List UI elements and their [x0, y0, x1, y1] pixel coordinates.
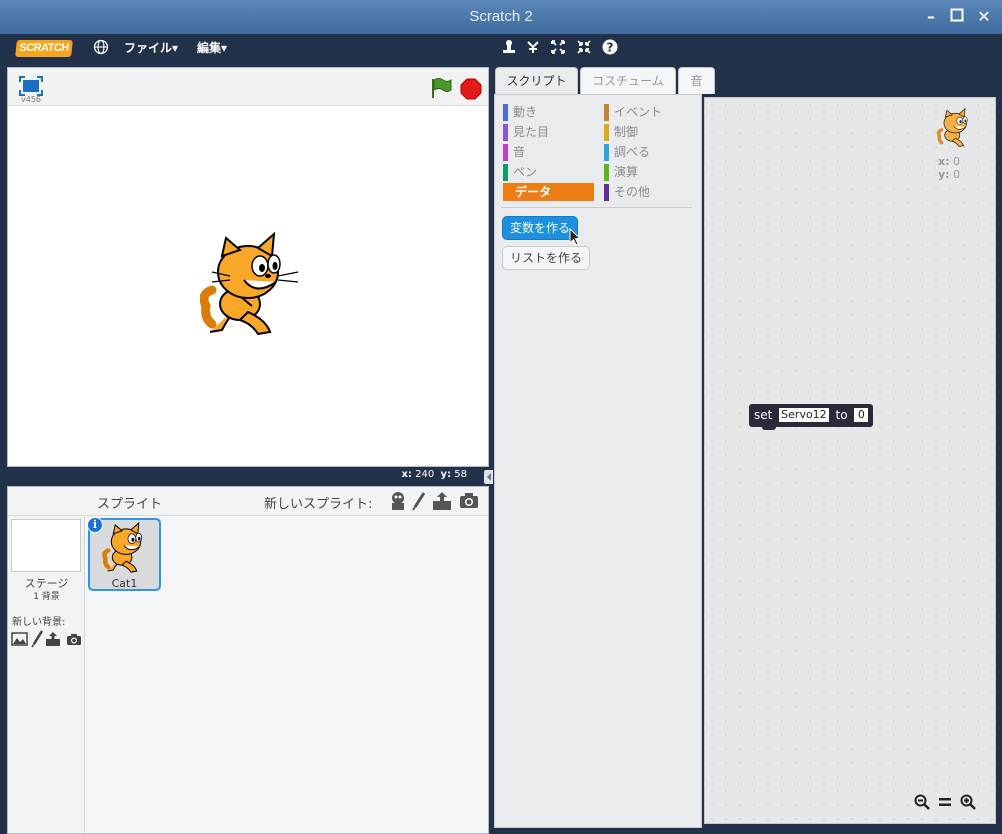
- window-titlebar: Scratch 2: [0, 0, 1002, 34]
- upload-backdrop-icon[interactable]: [45, 631, 61, 650]
- category-label: 演算: [614, 165, 639, 179]
- category-pen[interactable]: ペン: [503, 163, 593, 181]
- category-swatch: [503, 164, 508, 181]
- category-label: 動き: [513, 105, 538, 119]
- category-swatch: [604, 124, 609, 141]
- shrink-icon[interactable]: [574, 39, 594, 57]
- block-set-text: set: [754, 408, 773, 422]
- new-backdrop-label: 新しい背景:: [12, 617, 66, 628]
- zoom-in-icon[interactable]: [958, 794, 978, 810]
- sprite-x-value: 0: [953, 155, 960, 168]
- category-label: 音: [513, 145, 526, 159]
- stage-header: v456: [8, 68, 488, 106]
- duplicate-icon[interactable]: [499, 39, 519, 57]
- category-events[interactable]: イベント: [604, 103, 694, 121]
- sprite-header: スプライト 新しいスプライト:: [8, 487, 488, 516]
- category-label: 見た目: [513, 125, 550, 139]
- category-swatch: [503, 124, 508, 141]
- grow-icon[interactable]: [548, 39, 568, 57]
- mouse-cursor-icon: [569, 227, 582, 249]
- delete-icon[interactable]: [523, 39, 543, 57]
- category-swatch: [503, 104, 508, 121]
- mouse-x-label: x:: [401, 469, 412, 480]
- mouse-x-value: 240: [415, 469, 435, 480]
- stage-thumbnail[interactable]: [11, 519, 81, 572]
- upload-sprite-icon[interactable]: [432, 491, 452, 514]
- mouse-coordinates: x: 240 y: 58: [7, 467, 489, 483]
- camera-sprite-icon[interactable]: [459, 492, 479, 513]
- category-label: 調べる: [614, 145, 651, 159]
- scratch-logo[interactable]: SCRATCH: [15, 40, 73, 57]
- edit-menu[interactable]: 編集▾: [197, 40, 227, 56]
- green-flag-icon[interactable]: [429, 77, 453, 102]
- sprite-library-icon[interactable]: [389, 491, 407, 514]
- make-variable-button[interactable]: 変数を作る: [502, 216, 579, 240]
- category-label: データ: [515, 185, 552, 199]
- category-data[interactable]: データ: [503, 183, 594, 201]
- category-swatch: [604, 104, 609, 121]
- sprite-position: x: 0 y: 0: [938, 155, 960, 181]
- version-label: v456: [21, 95, 42, 104]
- language-globe-icon[interactable]: [93, 39, 109, 59]
- zoom-out-icon[interactable]: [912, 794, 932, 810]
- new-sprite-label: 新しいスプライト:: [264, 497, 373, 512]
- camera-backdrop-icon[interactable]: [66, 633, 82, 649]
- sprite-y-value: 0: [953, 168, 961, 181]
- mouse-y-value: 58: [454, 469, 467, 480]
- tab-sounds[interactable]: 音: [678, 67, 715, 94]
- sprite-y-label: y:: [938, 168, 950, 181]
- category-label: 制御: [614, 125, 639, 139]
- mouse-y-label: y:: [440, 469, 452, 480]
- sprite-panel: スプライト 新しいスプライト: ステージ 1 背景 新しい背景: Cat1 i: [7, 486, 489, 834]
- category-swatch: [503, 144, 508, 161]
- category-label: イベント: [614, 105, 663, 119]
- stop-icon[interactable]: [460, 78, 482, 103]
- category-motion[interactable]: 動き: [503, 103, 593, 121]
- category-operators[interactable]: 演算: [604, 163, 694, 181]
- category-label: その他: [614, 185, 651, 199]
- backdrop-count: 1 背景: [33, 592, 60, 602]
- category-looks[interactable]: 見た目: [503, 123, 593, 141]
- stage-column: ステージ 1 背景 新しい背景:: [8, 516, 85, 833]
- window-title: Scratch 2: [469, 8, 533, 25]
- category-swatch: [604, 184, 609, 201]
- set-variable-block[interactable]: set Servo12 to 0: [749, 404, 874, 427]
- tab-costumes[interactable]: コスチューム: [580, 67, 676, 94]
- tab-scripts[interactable]: スクリプト: [495, 67, 578, 95]
- script-area[interactable]: x: 0 y: 0: [704, 97, 996, 824]
- block-to-text: to: [835, 408, 848, 422]
- category-sound[interactable]: 音: [503, 143, 593, 161]
- palette-divider: [501, 207, 692, 208]
- stage-panel: v456: [7, 67, 489, 467]
- block-palette: 動き 見た目 音 ペン データ イベント 制御 調べる 演算 その他 変数を作る…: [494, 94, 702, 828]
- block-notch: [762, 425, 776, 430]
- category-swatch: [604, 164, 609, 181]
- sprite-info-icon[interactable]: i: [87, 517, 103, 533]
- svg-text:?: ?: [607, 41, 614, 55]
- help-icon[interactable]: ?: [600, 39, 620, 57]
- paint-sprite-icon[interactable]: [412, 491, 426, 514]
- current-sprite-thumbnail: [936, 107, 975, 151]
- backdrop-library-icon[interactable]: [11, 632, 28, 649]
- maximize-icon[interactable]: [948, 8, 966, 26]
- category-swatch: [604, 144, 609, 161]
- sprites-title: スプライト: [97, 497, 163, 512]
- category-sensing[interactable]: 調べる: [604, 143, 694, 161]
- block-variable-dropdown[interactable]: Servo12: [779, 407, 829, 422]
- category-label: ペン: [513, 165, 538, 179]
- category-more-blocks[interactable]: その他: [604, 183, 694, 201]
- close-icon[interactable]: ✕: [975, 8, 993, 26]
- sprite-name: Cat1: [111, 577, 138, 590]
- zoom-reset-icon[interactable]: [935, 794, 955, 810]
- block-value-input[interactable]: 0: [854, 407, 869, 422]
- file-menu[interactable]: ファイル▾: [124, 40, 178, 56]
- stage-cat-sprite[interactable]: [199, 231, 300, 341]
- minimize-icon[interactable]: –: [922, 8, 940, 26]
- sprite-x-label: x:: [938, 155, 950, 168]
- category-control[interactable]: 制御: [604, 123, 694, 141]
- paint-backdrop-icon[interactable]: [31, 630, 44, 651]
- make-list-button[interactable]: リストを作る: [502, 246, 591, 270]
